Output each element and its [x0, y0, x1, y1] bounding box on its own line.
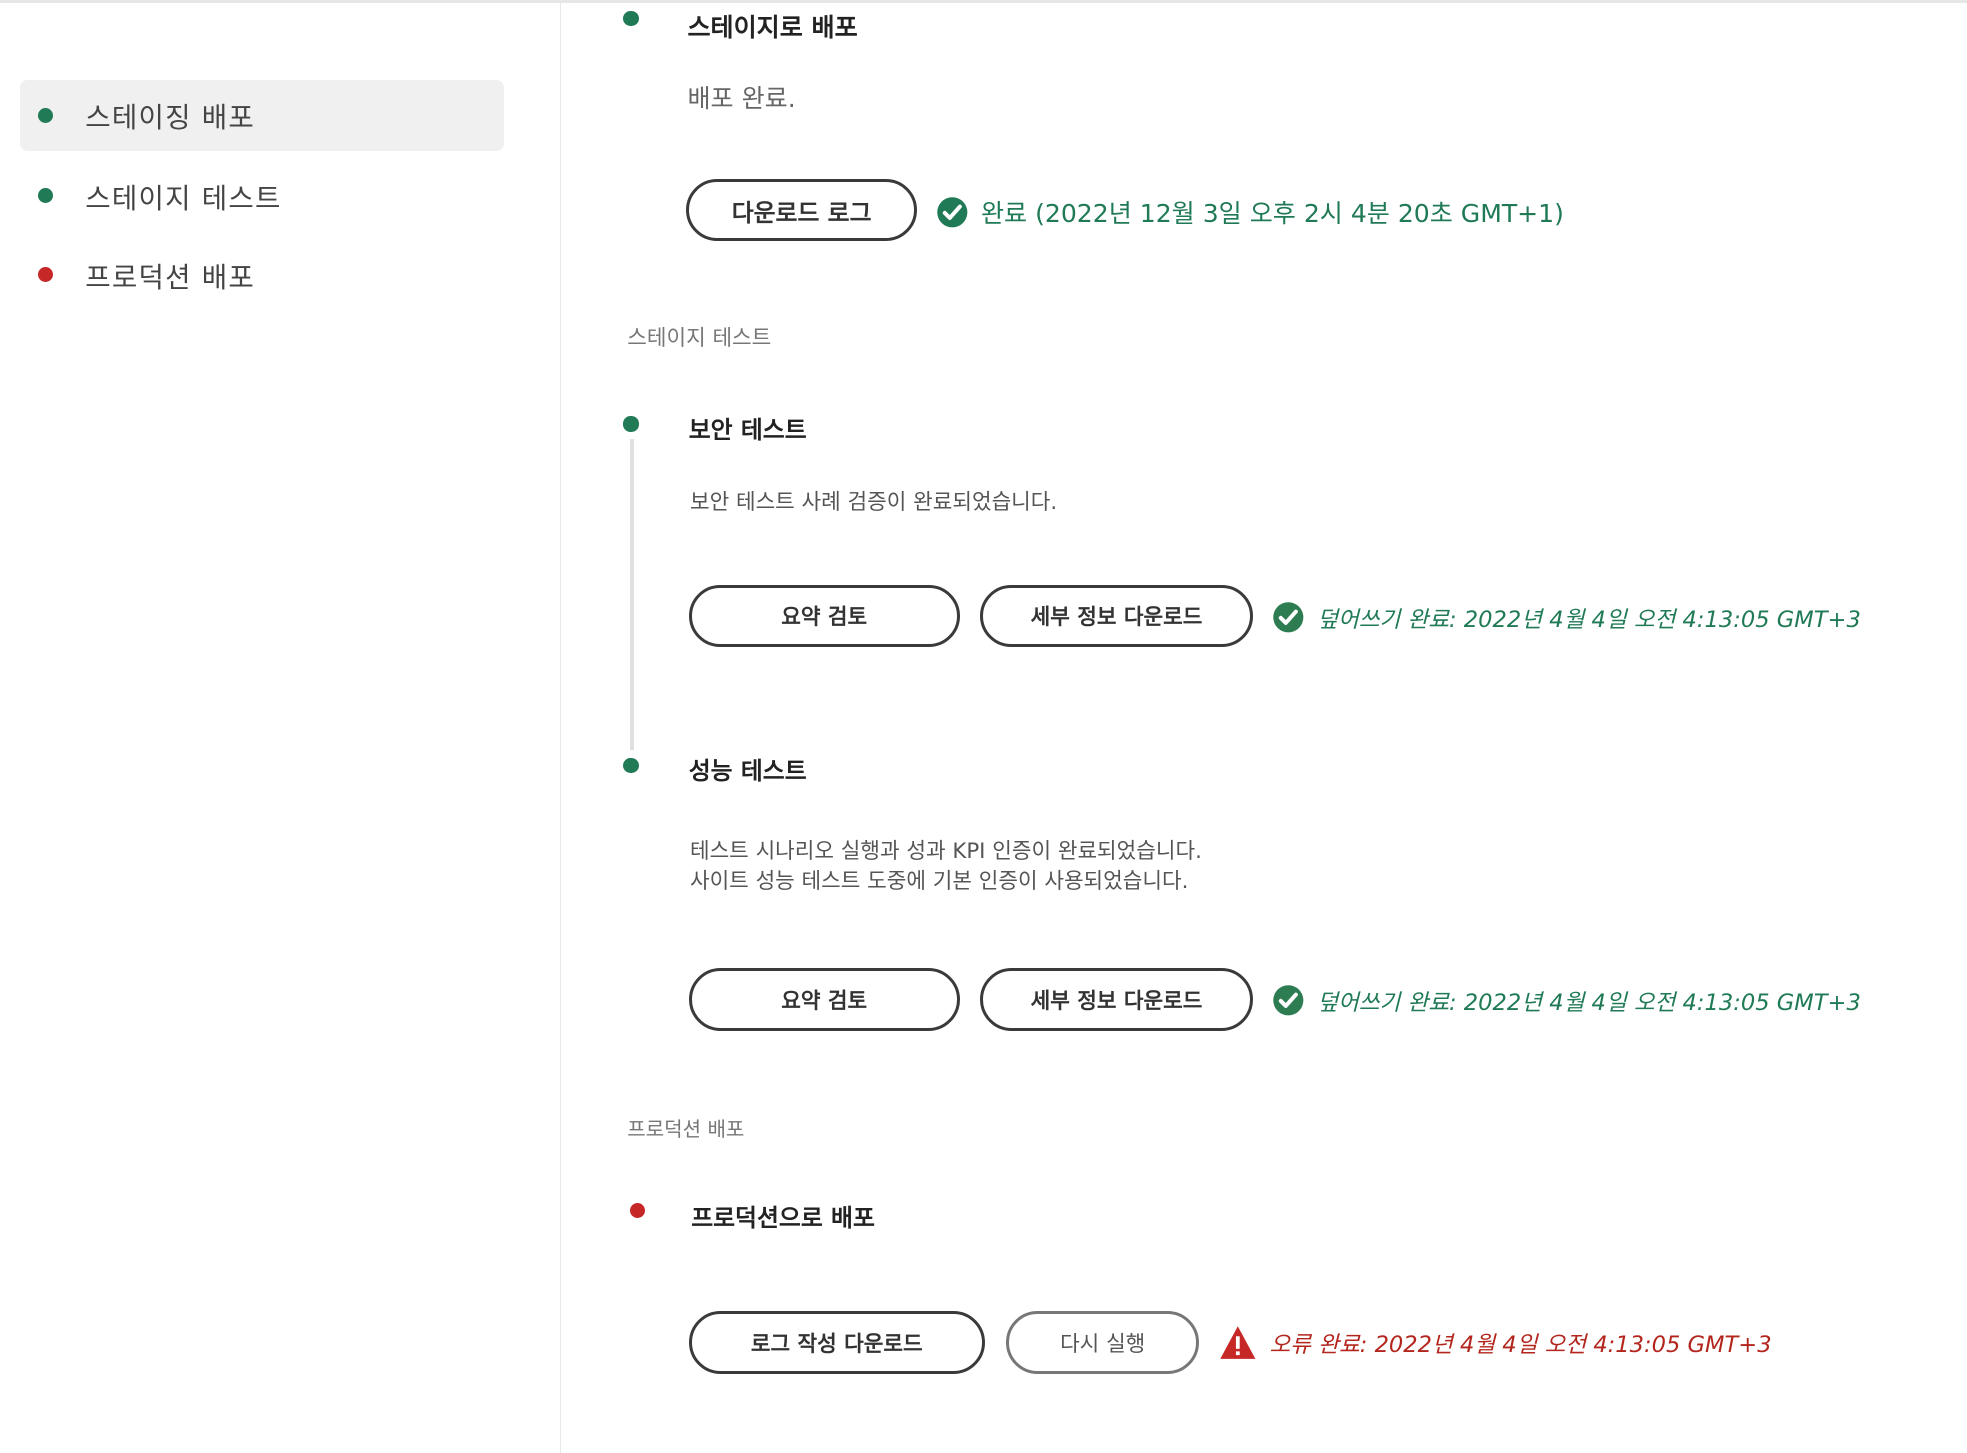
sidebar-item-label: 프로덕션 배포	[85, 260, 256, 294]
timeline-connector	[629, 439, 634, 751]
sidebar-item-staging-deploy[interactable]: 스테이징 배포	[20, 80, 505, 151]
top-divider	[0, 0, 1967, 3]
sidebar-item-production-deploy[interactable]: 프로덕션 배포	[20, 240, 504, 310]
review-summary-button[interactable]: 요약 검토	[688, 968, 960, 1032]
step-description: 보안 테스트 사례 검증이 완료되었습니다.	[689, 490, 1058, 515]
download-log-button[interactable]: 로그 작성 다운로드	[688, 1310, 985, 1374]
pipeline-page: 스테이징 배포 스테이지 테스트 프로덕션 배포 스테이지로 배포 배포 완료.…	[0, 0, 1967, 1453]
sidebar-item-stage-test[interactable]: 스테이지 테스트	[20, 161, 504, 231]
status-text: 오류 완료: 2022년 4월 4일 오전 4:13:05 GMT+3	[1269, 1331, 1772, 1358]
success-status-dot-icon	[623, 11, 639, 27]
security-test-status: 덮어쓰기 완료: 2022년 4월 4일 오전 4:13:05 GMT+3	[1272, 601, 1861, 634]
check-circle-icon	[1273, 984, 1304, 1016]
error-status-dot-icon	[37, 267, 53, 283]
performance-test-status: 덮어쓰기 완료: 2022년 4월 4일 오전 4:13:05 GMT+3	[1272, 984, 1861, 1017]
description-line: 테스트 시나리오 실행과 성과 KPI 인증이 완료되었습니다.	[689, 838, 1202, 864]
status-text: 덮어쓰기 완료: 2022년 4월 4일 오전 4:13:05 GMT+3	[1317, 606, 1861, 633]
step-title: 보안 테스트	[688, 416, 807, 445]
error-status-dot-icon	[629, 1203, 645, 1219]
review-summary-button[interactable]: 요약 검토	[688, 584, 960, 648]
section-label: 스테이지 테스트	[627, 326, 772, 352]
step-title: 스테이지로 배포	[687, 12, 858, 42]
deploy-status: 완료 (2022년 12월 3일 오후 2시 4분 20초 GMT+1)	[936, 194, 1564, 230]
status-text: 덮어쓰기 완료: 2022년 4월 4일 오전 4:13:05 GMT+3	[1317, 989, 1861, 1016]
success-status-dot-icon	[37, 188, 53, 204]
check-circle-icon	[937, 197, 968, 228]
sidebar-item-label: 스테이징 배포	[85, 101, 256, 135]
sidebar-divider	[559, 0, 561, 1453]
success-status-dot-icon	[623, 416, 639, 432]
step-description: 배포 완료.	[687, 84, 796, 114]
section-label: 프로덕션 배포	[627, 1116, 745, 1141]
sidebar-item-label: 스테이지 테스트	[85, 181, 282, 215]
status-text: 완료 (2022년 12월 3일 오후 2시 4분 20초 GMT+1)	[980, 199, 1564, 229]
rerun-button[interactable]: 다시 실행	[1006, 1310, 1200, 1374]
description-line: 사이트 성능 테스트 도중에 기본 인증이 사용되었습니다.	[689, 868, 1189, 894]
download-log-button[interactable]: 다운로드 로그	[686, 179, 918, 241]
step-title: 성능 테스트	[688, 757, 807, 786]
success-status-dot-icon	[37, 107, 53, 123]
step-title: 프로덕션으로 배포	[691, 1204, 875, 1233]
success-status-dot-icon	[623, 757, 639, 773]
download-details-button[interactable]: 세부 정보 다운로드	[979, 968, 1254, 1032]
step-description: 테스트 시나리오 실행과 성과 KPI 인증이 완료되었습니다. 사이트 성능 …	[690, 837, 1202, 897]
download-details-button[interactable]: 세부 정보 다운로드	[979, 584, 1254, 648]
warning-icon	[1220, 1326, 1256, 1359]
production-status: 오류 완료: 2022년 4월 4일 오전 4:13:05 GMT+3	[1219, 1325, 1772, 1360]
check-circle-icon	[1273, 602, 1304, 633]
